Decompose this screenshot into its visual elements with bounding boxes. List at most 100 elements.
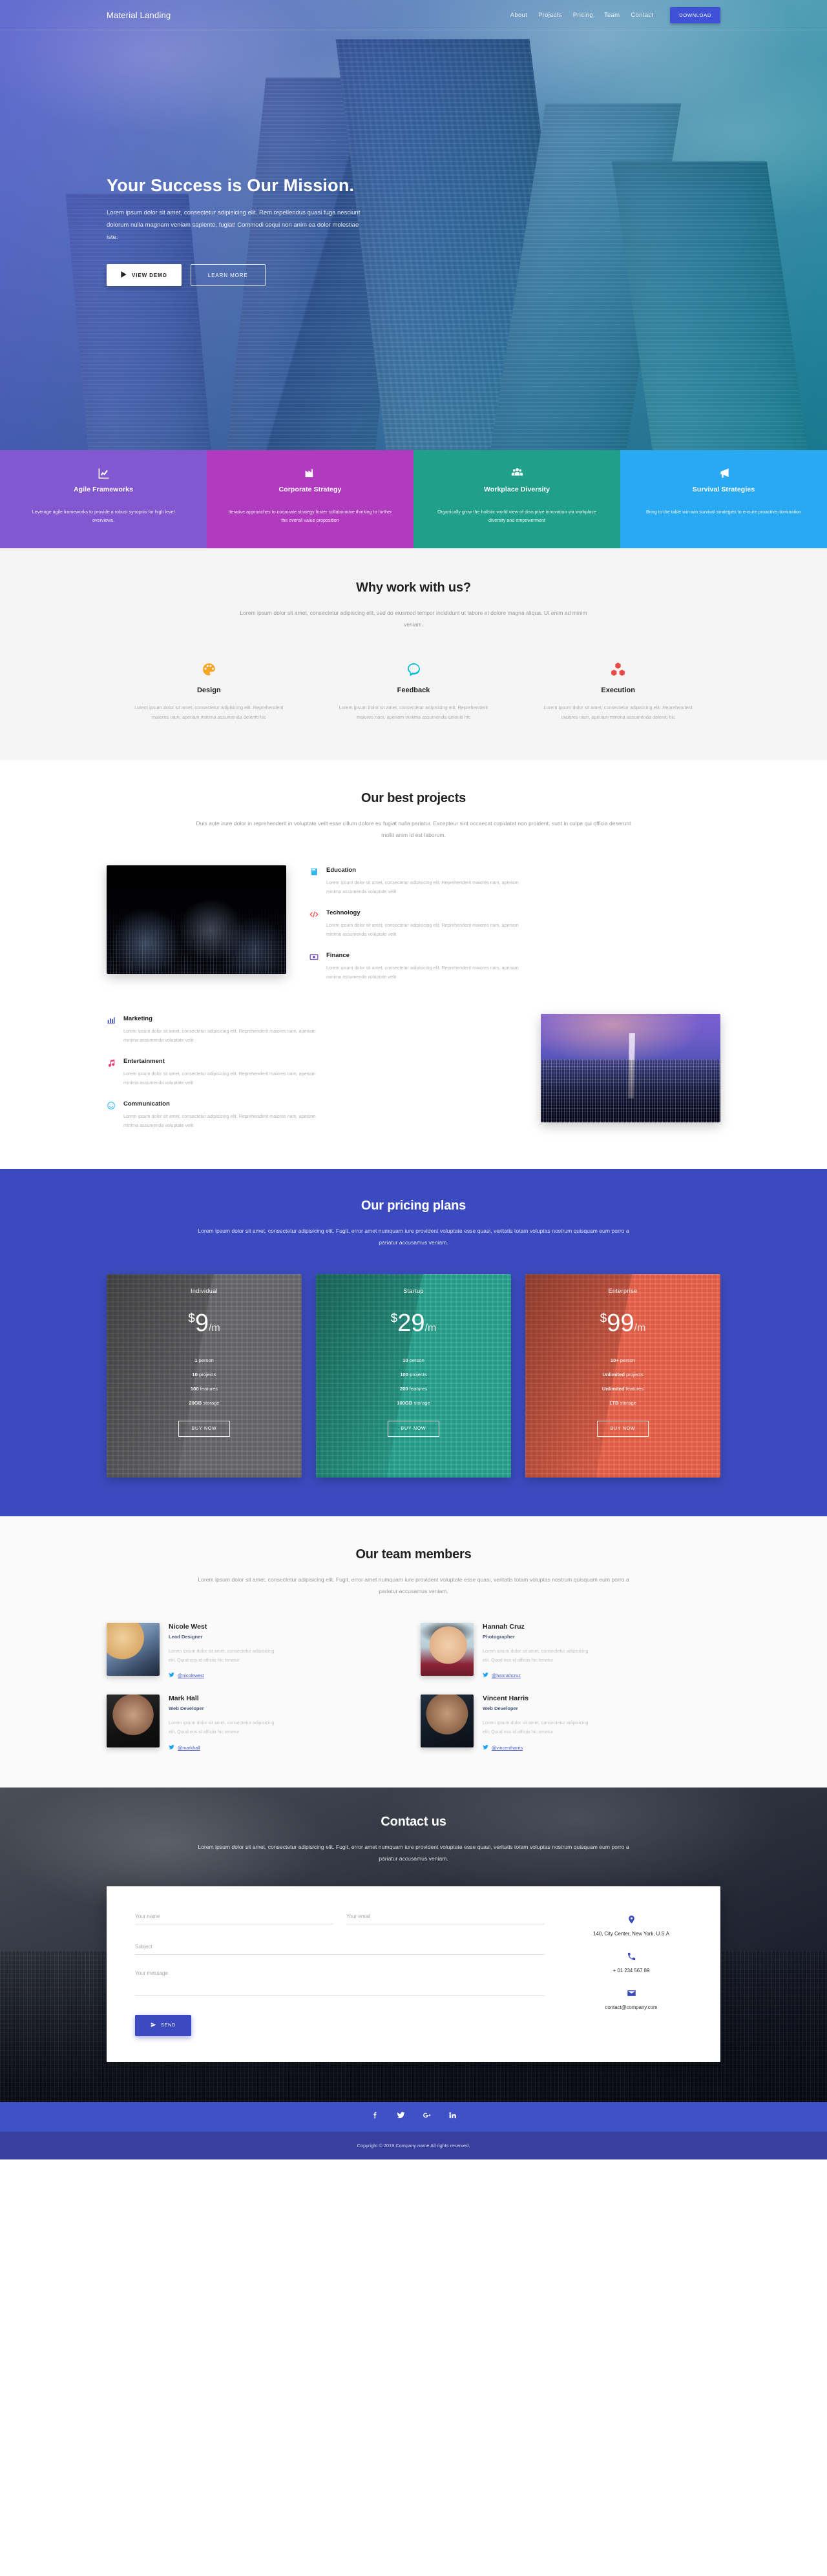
message-input[interactable]	[135, 1970, 545, 1996]
project-item-title: Entertainment	[123, 1058, 165, 1066]
why-column-title: Feedback	[397, 686, 430, 695]
best-projects-section: Our best projects Duis aute irure dolor …	[0, 759, 827, 1170]
project-item-marketing[interactable]: Marketing Lorem ipsum dolor sit amet, co…	[107, 1015, 499, 1045]
member-twitter-handle[interactable]: @vincentharris	[483, 1744, 596, 1751]
contact-info: 140, City Center, New York, U.S.A + 01 2…	[571, 1910, 692, 2036]
why-column-text: Lorem ipsum dolor sit amet, consectetur …	[339, 705, 488, 720]
nav-link-projects[interactable]: Projects	[538, 12, 562, 19]
learn-more-button[interactable]: LEARN MORE	[190, 264, 266, 286]
plan-currency: $	[600, 1312, 607, 1326]
twitter-icon	[483, 1744, 488, 1751]
member-name: Nicole West	[169, 1623, 207, 1631]
field-your-message	[135, 1970, 545, 1999]
nav-link-contact[interactable]: Contact	[631, 12, 653, 19]
book-icon	[309, 867, 319, 896]
plan-amount: 9	[194, 1310, 209, 1337]
plan-feature: 20GB storage	[189, 1400, 220, 1406]
member-bio: Lorem ipsum dolor sit amet, consectetur …	[169, 1648, 275, 1664]
palette-icon	[134, 660, 284, 679]
project-item-title: Finance	[326, 951, 350, 959]
contact-email-block: contact@company.com	[571, 1987, 692, 2010]
pricing-plan-startup: Startup $29/m 10 person 100 projects 200…	[316, 1274, 511, 1478]
section-title: Why work with us?	[356, 581, 471, 595]
team-member-card: Vincent Harris Web Developer Lorem ipsum…	[421, 1695, 720, 1751]
copyright-text: Copyright © 2019.Company name All rights…	[357, 2142, 470, 2148]
top-navigation-bar: Material Landing About Projects Pricing …	[0, 0, 827, 30]
name-input[interactable]	[135, 1913, 333, 1924]
feature-title: Corporate Strategy	[278, 486, 342, 493]
team-member-card: Mark Hall Web Developer Lorem ipsum dolo…	[107, 1695, 406, 1751]
music-note-icon	[107, 1058, 116, 1087]
field-subject	[135, 1940, 545, 1955]
member-role: Lead Designer	[169, 1634, 203, 1640]
project-item-finance[interactable]: Finance Lorem ipsum dolor sit amet, cons…	[309, 952, 720, 982]
hero-paragraph: Lorem ipsum dolor sit amet, consectetur …	[107, 209, 361, 241]
project-screenshot-night-city	[107, 865, 286, 974]
project-item-text: Lorem ipsum dolor sit amet, consectetur …	[123, 1071, 316, 1086]
download-button[interactable]: DOWNLOAD	[670, 6, 720, 23]
feature-title: Workplace Diversity	[483, 486, 550, 493]
pricing-plan-enterprise: Enterprise $99/m 10+ person Unlimited pr…	[525, 1274, 720, 1478]
cubes-icon	[543, 660, 693, 679]
member-twitter-handle[interactable]: @markhall	[169, 1744, 282, 1751]
plan-feature: 200 features	[399, 1386, 428, 1392]
contact-email: contact@company.com	[605, 2004, 658, 2010]
nav-link-pricing[interactable]: Pricing	[573, 12, 593, 19]
send-button[interactable]: SEND	[135, 2014, 192, 2036]
google-plus-icon[interactable]	[423, 2111, 431, 2123]
member-role: Web Developer	[483, 1705, 518, 1712]
member-twitter-handle[interactable]: @hannahcruz	[483, 1672, 596, 1679]
member-name: Hannah Cruz	[483, 1623, 525, 1631]
plan-currency: $	[188, 1312, 195, 1326]
brand-logo[interactable]: Material Landing	[107, 10, 171, 20]
project-item-text: Lorem ipsum dolor sit amet, consectetur …	[326, 879, 519, 894]
project-item-text: Lorem ipsum dolor sit amet, consectetur …	[326, 964, 519, 980]
project-item-education[interactable]: Education Lorem ipsum dolor sit amet, co…	[309, 867, 720, 896]
section-subtitle: Lorem ipsum dolor sit amet, consectetur …	[198, 1228, 629, 1246]
plan-feature: 10 person	[403, 1357, 424, 1364]
why-column-execution: Execution Lorem ipsum dolor sit amet, co…	[516, 660, 720, 723]
hero-title: Your Success is Our Mission.	[107, 176, 355, 195]
why-work-with-us-section: Why work with us? Lorem ipsum dolor sit …	[0, 548, 827, 760]
send-label: SEND	[161, 2023, 176, 2028]
contact-phone-block: + 01 234 567 89	[571, 1950, 692, 1973]
section-subtitle: Lorem ipsum dolor sit amet, consectetur …	[198, 1576, 629, 1595]
buy-now-button[interactable]: BUY NOW	[596, 1421, 649, 1437]
chart-line-icon	[21, 465, 186, 480]
buy-now-button[interactable]: BUY NOW	[387, 1421, 440, 1437]
feature-title: Survival Strategies	[692, 486, 755, 493]
project-item-title: Technology	[326, 909, 361, 916]
email-input[interactable]	[346, 1913, 545, 1924]
avatar	[107, 1695, 160, 1748]
why-column-title: Design	[196, 686, 221, 695]
project-item-entertainment[interactable]: Entertainment Lorem ipsum dolor sit amet…	[107, 1058, 499, 1087]
plan-feature: 100 projects	[400, 1372, 427, 1378]
twitter-icon[interactable]	[397, 2111, 405, 2123]
plan-currency: $	[390, 1312, 398, 1326]
plan-period: /m	[634, 1323, 646, 1334]
nav-link-about[interactable]: About	[510, 12, 527, 19]
member-twitter-handle[interactable]: @nicolewest	[169, 1672, 282, 1679]
nav-link-team[interactable]: Team	[604, 12, 620, 19]
facebook-icon[interactable]	[371, 2111, 379, 2123]
project-item-communication[interactable]: Communication Lorem ipsum dolor sit amet…	[107, 1100, 499, 1130]
project-item-technology[interactable]: Technology Lorem ipsum dolor sit amet, c…	[309, 909, 720, 939]
team-member-card: Nicole West Lead Designer Lorem ipsum do…	[107, 1623, 406, 1679]
hero-buttons: VIEW DEMO LEARN MORE	[107, 264, 720, 286]
plan-feature: 1TB storage	[609, 1400, 636, 1406]
section-title: Our team members	[355, 1547, 472, 1562]
contact-phone: + 01 234 567 89	[612, 1967, 650, 1973]
why-column-title: Execution	[601, 686, 635, 695]
linkedin-icon[interactable]	[448, 2111, 457, 2123]
plan-amount: 29	[397, 1310, 425, 1337]
project-item-text: Lorem ipsum dolor sit amet, consectetur …	[123, 1028, 316, 1044]
twitter-icon	[483, 1672, 488, 1679]
view-demo-label: VIEW DEMO	[132, 272, 167, 278]
plan-feature: Unlimited projects	[602, 1372, 644, 1378]
why-column-feedback: Feedback Lorem ipsum dolor sit amet, con…	[311, 660, 516, 723]
view-demo-button[interactable]: VIEW DEMO	[107, 264, 182, 286]
avatar	[421, 1623, 474, 1676]
paper-plane-icon	[151, 2022, 156, 2029]
subject-input[interactable]	[135, 1943, 545, 1955]
buy-now-button[interactable]: BUY NOW	[178, 1421, 231, 1437]
